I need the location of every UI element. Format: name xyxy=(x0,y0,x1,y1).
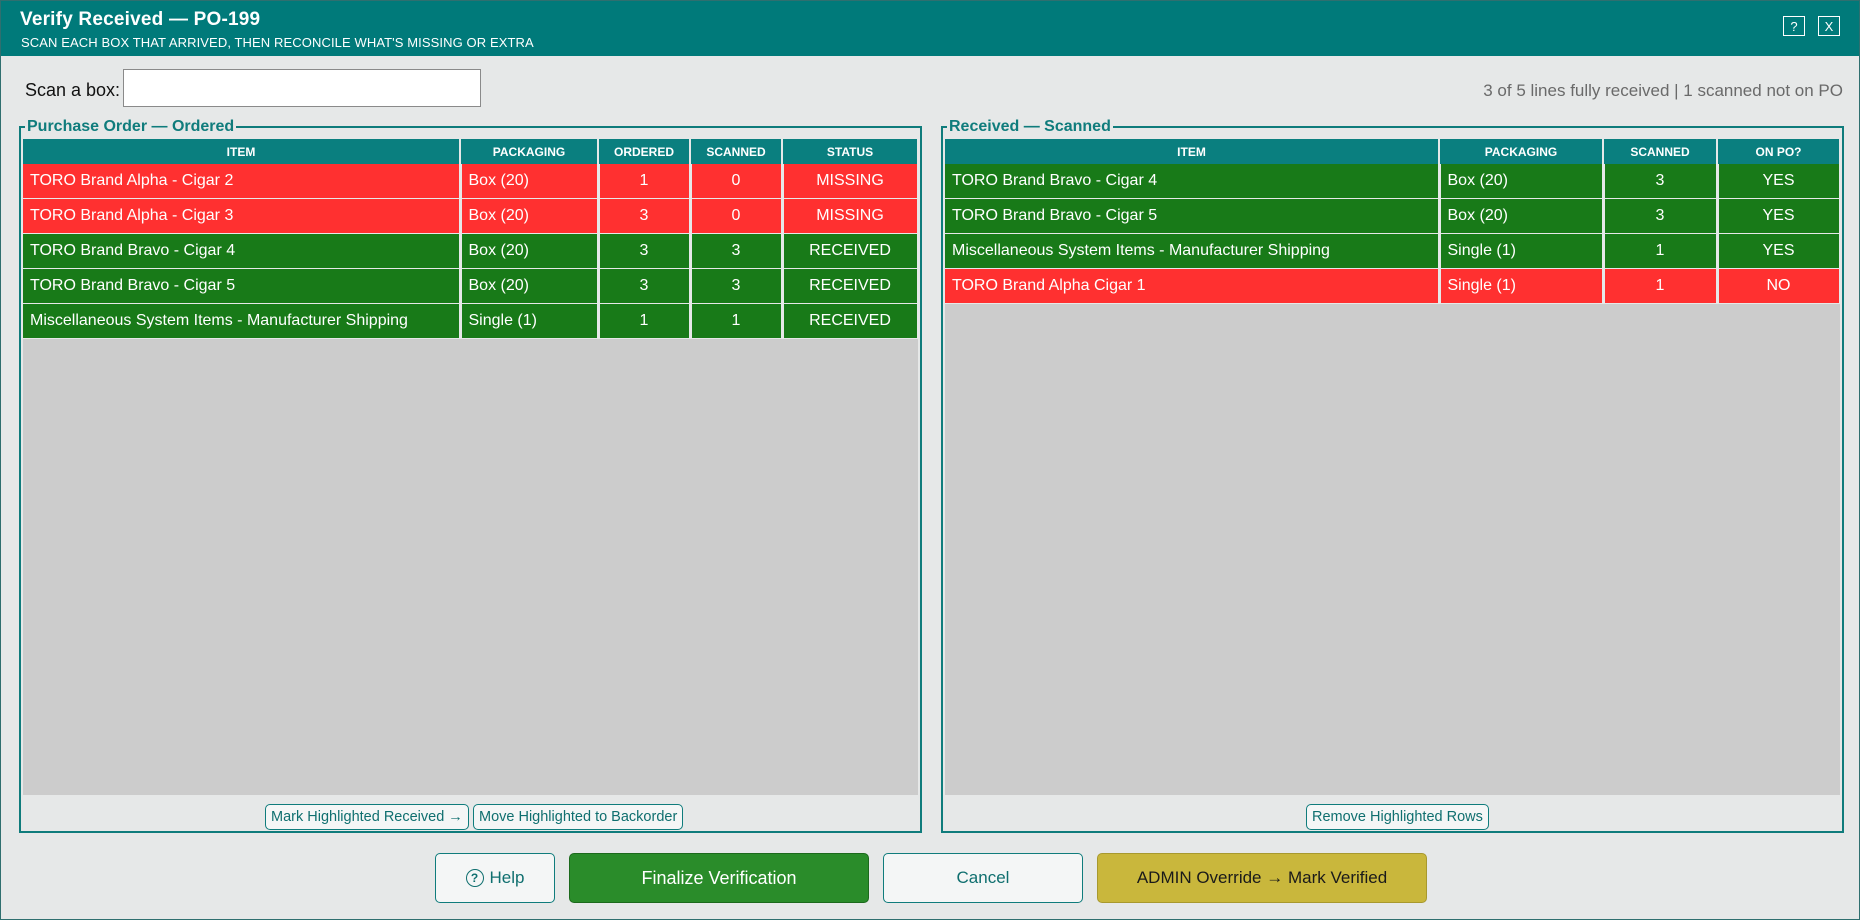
column-header-packaging[interactable]: PACKAGING xyxy=(460,139,599,164)
cell-on-po: YES xyxy=(1717,198,1840,234)
cell-item: TORO Brand Bravo - Cigar 4 xyxy=(945,164,1441,199)
title-help-button[interactable]: ? xyxy=(1783,16,1805,36)
cell-ordered: 3 xyxy=(598,198,692,234)
ordered-header-row: ITEM PACKAGING ORDERED SCANNED STATUS xyxy=(23,139,918,164)
column-header-status[interactable]: STATUS xyxy=(782,139,918,164)
close-button[interactable]: X xyxy=(1818,16,1840,36)
cell-packaging: Box (20) xyxy=(460,268,600,304)
ordered-panel-title: Purchase Order — Ordered xyxy=(25,117,237,137)
table-row[interactable]: TORO Brand Alpha - Cigar 2 Box (20) 1 0 MISS… xyxy=(23,164,918,199)
column-header-on-po[interactable]: ON PO? xyxy=(1717,139,1840,164)
move-to-backorder-button[interactable]: Move Highlighted to Backorder xyxy=(473,804,684,830)
cell-item: Miscellaneous System Items - Manufacture… xyxy=(23,303,462,339)
table-row[interactable]: TORO Brand Bravo - Cigar 5 Box (20) 3 YES xyxy=(945,198,1840,234)
table-row[interactable]: Miscellaneous System Items - Manufacture… xyxy=(23,303,918,339)
help-button[interactable]: ? Help xyxy=(435,853,555,903)
table-row[interactable]: TORO Brand Alpha - Cigar 3 Box (20) 3 0 MISS… xyxy=(23,198,918,234)
scanned-grid: ITEM PACKAGING SCANNED ON PO? TORO Brand… xyxy=(945,139,1840,795)
cell-status: MISSING xyxy=(782,164,918,199)
column-header-ordered[interactable]: ORDERED xyxy=(598,139,691,164)
ordered-panel: Purchase Order — Ordered ITEM PACKAGING … xyxy=(19,117,922,833)
cell-scanned: 3 xyxy=(690,268,784,304)
scanned-header-row: ITEM PACKAGING SCANNED ON PO? xyxy=(945,139,1840,164)
help-button-label: Help xyxy=(489,868,525,887)
cell-packaging: Box (20) xyxy=(1439,164,1605,199)
table-row[interactable]: TORO Brand Bravo - Cigar 4 Box (20) 3 YES xyxy=(945,164,1840,199)
scanned-table: ITEM PACKAGING SCANNED ON PO? TORO Brand… xyxy=(945,139,1840,304)
cell-ordered: 3 xyxy=(598,233,692,269)
cell-item: TORO Brand Bravo - Cigar 4 xyxy=(23,233,462,269)
scanned-panel-footer: Remove Highlighted Rows xyxy=(945,795,1840,831)
cell-scanned: 1 xyxy=(1603,268,1719,304)
ordered-panel-footer: Mark Highlighted Received → Move Highlig… xyxy=(23,795,918,831)
table-row[interactable]: TORO Brand Bravo - Cigar 4 Box (20) 3 3 RECE… xyxy=(23,233,918,269)
cell-packaging: Single (1) xyxy=(460,303,600,339)
cell-ordered: 1 xyxy=(598,164,692,199)
cell-packaging: Box (20) xyxy=(460,164,600,199)
cell-item: TORO Brand Alpha - Cigar 2 xyxy=(23,164,462,199)
scanned-panel-title: Received — Scanned xyxy=(947,117,1113,137)
cell-on-po: YES xyxy=(1717,164,1840,199)
cell-item: Miscellaneous System Items - Manufacture… xyxy=(945,233,1441,269)
ordered-grid: ITEM PACKAGING ORDERED SCANNED STATUS TO… xyxy=(23,139,918,795)
cell-packaging: Box (20) xyxy=(460,233,600,269)
receiving-summary: 3 of 5 lines fully received | 1 scanned … xyxy=(1483,81,1843,100)
column-header-scanned[interactable]: SCANNED xyxy=(690,139,783,164)
dialog-subtitle: SCAN EACH BOX THAT ARRIVED, THEN RECONCI… xyxy=(21,35,534,50)
mark-received-button[interactable]: Mark Highlighted Received → xyxy=(265,804,469,830)
cell-scanned: 3 xyxy=(690,233,784,269)
cell-scanned: 1 xyxy=(1603,233,1719,269)
cell-item: TORO Brand Alpha Cigar 1 xyxy=(945,268,1441,304)
cell-on-po: YES xyxy=(1717,233,1840,269)
verify-received-dialog: Verify Received — PO-199 SCAN EACH BOX T… xyxy=(0,0,1860,920)
cell-status: RECEIVED xyxy=(782,233,918,269)
cell-ordered: 3 xyxy=(598,268,692,304)
cell-scanned: 1 xyxy=(690,303,784,339)
cell-packaging: Box (20) xyxy=(1439,198,1605,234)
question-circle-icon: ? xyxy=(465,869,484,887)
cell-scanned: 0 xyxy=(690,198,784,234)
column-header-packaging[interactable]: PACKAGING xyxy=(1439,139,1604,164)
column-header-item[interactable]: ITEM xyxy=(945,139,1440,164)
admin-override-button[interactable]: ADMIN Override → Mark Verified xyxy=(1097,853,1427,903)
cell-ordered: 1 xyxy=(598,303,692,339)
table-row[interactable]: TORO Brand Bravo - Cigar 5 Box (20) 3 3 RECE… xyxy=(23,268,918,304)
cell-packaging: Single (1) xyxy=(1439,268,1605,304)
remove-highlighted-button[interactable]: Remove Highlighted Rows xyxy=(1306,804,1489,830)
column-header-item[interactable]: ITEM xyxy=(23,139,461,164)
cell-on-po: NO xyxy=(1717,268,1840,304)
cell-scanned: 0 xyxy=(690,164,784,199)
cell-item: TORO Brand Bravo - Cigar 5 xyxy=(945,198,1441,234)
cell-scanned: 3 xyxy=(1603,198,1719,234)
cell-item: TORO Brand Bravo - Cigar 5 xyxy=(23,268,462,304)
scan-input[interactable] xyxy=(123,69,481,107)
cell-item: TORO Brand Alpha - Cigar 3 xyxy=(23,198,462,234)
dialog-title: Verify Received — PO-199 xyxy=(20,9,261,30)
cell-packaging: Single (1) xyxy=(1439,233,1605,269)
cell-scanned: 3 xyxy=(1603,164,1719,199)
cell-status: RECEIVED xyxy=(782,268,918,304)
scanned-panel: Received — Scanned ITEM PACKAGING SCANNE… xyxy=(941,117,1844,833)
ordered-table: ITEM PACKAGING ORDERED SCANNED STATUS TO… xyxy=(23,139,918,339)
column-header-scanned[interactable]: SCANNED xyxy=(1603,139,1718,164)
table-row[interactable]: Miscellaneous System Items - Manufacture… xyxy=(945,233,1840,269)
finalize-verification-button[interactable]: Finalize Verification xyxy=(569,853,869,903)
cell-packaging: Box (20) xyxy=(460,198,600,234)
table-row[interactable]: TORO Brand Alpha Cigar 1 Single (1) 1 NO xyxy=(945,268,1840,304)
cell-status: MISSING xyxy=(782,198,918,234)
cancel-button[interactable]: Cancel xyxy=(883,853,1083,903)
scan-label: Scan a box: xyxy=(25,80,121,100)
cell-status: RECEIVED xyxy=(782,303,918,339)
title-bar: Verify Received — PO-199 SCAN EACH BOX T… xyxy=(1,1,1859,56)
